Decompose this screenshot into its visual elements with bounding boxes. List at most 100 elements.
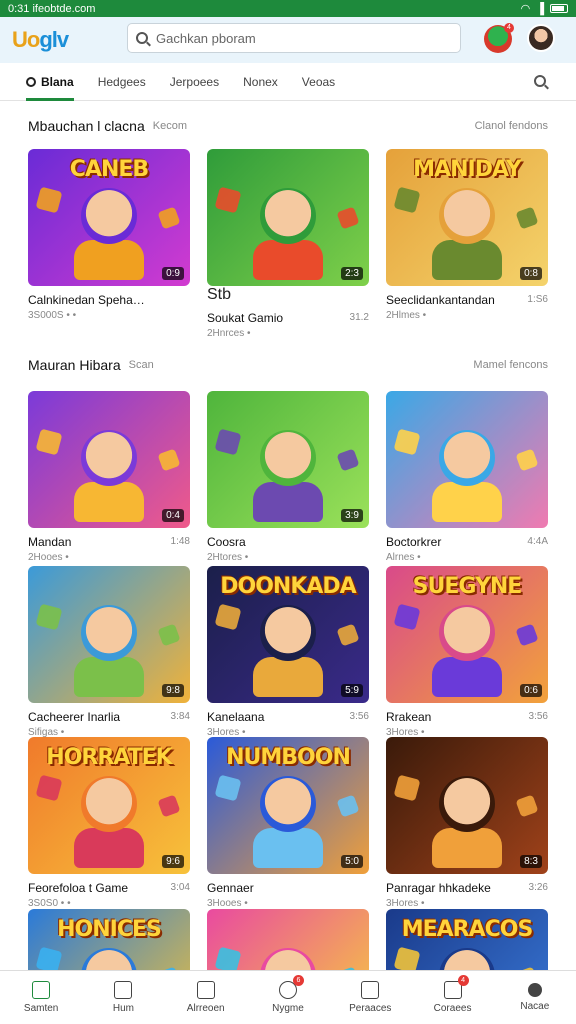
section-subtitle: Scan (128, 359, 154, 371)
game-title[interactable]: Feorefoloa t Game (28, 881, 148, 895)
nav-label: Nygme (272, 1003, 304, 1014)
character-body (253, 482, 323, 522)
decoration-shape (157, 206, 181, 230)
see-all-link[interactable]: Clanol fendons (475, 120, 548, 132)
tab-item[interactable]: Nonex (243, 63, 278, 101)
nav-label: Coraees (433, 1003, 472, 1014)
game-title[interactable]: Coosra (207, 535, 327, 549)
game-card[interactable]: HORRATEK 9:6 Feorefoloa t Game 3S0S0 • • 3:0… (28, 737, 190, 909)
game-card[interactable]: 9:8 Cacheerer Inarlia Sifigas • 3:84 (28, 566, 190, 738)
app-logo[interactable]: Uoglv (12, 27, 102, 53)
game-card[interactable]: SUEGYNE 0:6 Rrakean 3Hores • 3:56 (386, 566, 548, 738)
game-thumbnail[interactable]: 0:4 (28, 391, 190, 528)
nav-item[interactable]: Alrreoen (165, 971, 247, 1024)
game-title[interactable]: Soukat Gamio (207, 311, 327, 325)
game-title[interactable]: Panragar hhkadeke (386, 881, 506, 895)
game-meta: 2Htores • (207, 552, 369, 563)
game-meta-text: Alrnes • (386, 552, 421, 563)
tab-item[interactable]: Veoas (302, 63, 335, 101)
game-count: 31.2 (349, 312, 369, 323)
game-logo-art: DOONKADA (220, 574, 356, 599)
game-thumbnail[interactable]: NUMBOON 5:0 (207, 737, 369, 874)
character-face (260, 187, 316, 244)
search-button[interactable] (534, 75, 546, 90)
game-meta-text: 2Hlmes • (386, 310, 427, 321)
game-card[interactable]: 8:3 Panragar hhkadeke 3Hores • 3:26 (386, 737, 548, 909)
game-thumbnail[interactable]: MANIDAY 0:8 (386, 149, 548, 286)
game-title[interactable]: Kanelaana (207, 710, 327, 724)
character-face (81, 429, 137, 486)
game-thumbnail[interactable]: 2:3 (207, 149, 369, 286)
nav-item[interactable]: 4 Coraees (411, 971, 493, 1024)
tab-item[interactable]: Jerpoees (170, 63, 219, 101)
nav-label: Nacae (520, 1001, 550, 1012)
game-thumbnail[interactable]: 9:8 (28, 566, 190, 703)
mascot-icon[interactable]: 4 (484, 23, 514, 53)
nav-item[interactable]: Peraaces (329, 971, 411, 1024)
character-face (81, 604, 137, 661)
search-bar[interactable]: Gachkan pboram (127, 23, 461, 53)
game-title[interactable]: Mandan (28, 535, 148, 549)
game-thumbnail[interactable]: 8:3 (386, 737, 548, 874)
game-thumbnail[interactable]: CANEB 0:9 (28, 149, 190, 286)
game-thumbnail[interactable] (386, 391, 548, 528)
duration-badge: 8:3 (520, 855, 542, 868)
game-meta: 2Hooes • 1:48 (28, 536, 190, 563)
game-meta-text: 2Htores • (207, 552, 249, 563)
wifi-icon: ◠ (520, 3, 531, 15)
game-thumbnail[interactable]: SUEGYNE 0:6 (386, 566, 548, 703)
duration-badge: 5:0 (341, 855, 363, 868)
game-meta: 3S0S0 • • 3:04 (28, 882, 190, 909)
game-thumbnail[interactable]: HORRATEK 9:6 (28, 737, 190, 874)
signal-icon: ▐ (536, 2, 544, 15)
nav-item[interactable]: 6 Nygme (247, 971, 329, 1024)
game-thumbnail[interactable]: DOONKADA 5:9 (207, 566, 369, 703)
nav-item[interactable]: Nacae (494, 971, 576, 1024)
game-card[interactable]: Boctorkrer Alrnes • 4:4A (386, 391, 548, 563)
app-bar: Uoglv Gachkan pboram 4 (0, 17, 576, 63)
status-time: 0:31 ifeobtde.com (8, 2, 96, 15)
battery-icon (550, 4, 568, 13)
game-logo-art: MEARACOS (401, 917, 534, 942)
house-icon (196, 981, 215, 999)
tab-label: Jerpoees (169, 74, 220, 89)
game-title[interactable]: Seeclidankantandan (386, 293, 506, 307)
decoration-shape (336, 206, 360, 230)
decoration-shape (214, 774, 242, 802)
nav-item[interactable]: Hum (82, 971, 164, 1024)
see-all-link[interactable]: Mamel fencons (473, 359, 548, 371)
game-title[interactable]: Rrakean (386, 710, 506, 724)
game-title[interactable]: Gennaer (207, 881, 327, 895)
game-card[interactable]: CANEB 0:9 Calnkinedan Spehanjo 3S000S • • (28, 149, 190, 321)
game-count: 3:26 (528, 882, 548, 893)
game-logo-art: NUMBOON (226, 745, 351, 770)
game-card[interactable]: NUMBOON 5:0 Gennaer 3Hooes • (207, 737, 369, 909)
decoration-shape (157, 448, 181, 472)
game-title[interactable]: Cacheerer Inarlia (28, 710, 148, 724)
game-meta-text: 2Hooes • (28, 552, 69, 563)
character-body (74, 482, 144, 522)
game-card[interactable]: MANIDAY 0:8 Seeclidankantandan 2Hlmes • 1:S6 (386, 149, 548, 321)
tab-item[interactable]: Blana (26, 63, 74, 101)
game-card[interactable]: DOONKADA 5:9 Kanelaana 3Hores • 3:56 (207, 566, 369, 738)
avatar[interactable] (527, 24, 555, 52)
game-title[interactable]: Boctorkrer (386, 535, 506, 549)
nav-item[interactable]: Samten (0, 971, 82, 1024)
game-card[interactable]: 3:9 Coosra 2Htores • (207, 391, 369, 563)
game-thumbnail[interactable]: 3:9 (207, 391, 369, 528)
character-face (260, 429, 316, 486)
game-count: 1:48 (170, 536, 190, 547)
duration-badge: 0:9 (162, 267, 184, 280)
tab-item[interactable]: Hedgees (98, 63, 146, 101)
decoration-shape (336, 794, 360, 818)
decoration-shape (336, 623, 360, 647)
decoration-shape (393, 774, 421, 802)
grid-icon (114, 981, 133, 999)
tab-label: Nonex (243, 74, 278, 89)
search-icon (136, 32, 148, 44)
game-title[interactable]: Calnkinedan Spehanjo (28, 293, 148, 307)
section-subtitle: Kecom (152, 120, 187, 132)
character-body (432, 657, 502, 697)
game-card[interactable]: 0:4 Mandan 2Hooes • 1:48 (28, 391, 190, 563)
game-card[interactable]: 2:3 Stb Soukat Gamio 2Hnrces • 31.2 (207, 149, 369, 339)
